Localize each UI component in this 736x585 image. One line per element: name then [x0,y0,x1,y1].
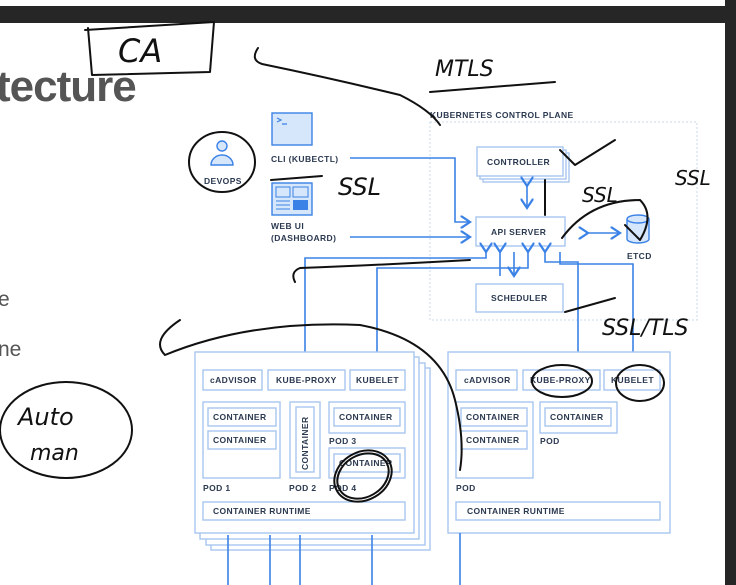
scheduler-label: SCHEDULER [491,293,548,303]
cadvisor-label: cADVISOR [210,375,257,385]
devops-user-icon [210,140,234,166]
kubernetes-architecture-diagram: DEVOPS CLI (KUBECTL) WEB UI (DASHBOARD) … [0,21,711,585]
api-kubelet-right-arrow [559,252,633,362]
annotation-ca: CA [118,32,162,70]
kube-proxy-label: KUBE-PROXY [276,375,337,385]
container-label: CONTAINER [466,412,520,422]
mtls-underline [429,81,556,93]
control-plane-label: KUBERNETES CONTROL PLANE [430,110,574,120]
etcd-label: ETCD [627,251,652,261]
api-scheduler-arrows [500,252,514,276]
annotation-man: man [30,441,79,466]
pod-3-label: POD 3 [329,436,357,446]
controller-label: CONTROLLER [487,157,550,167]
annotation-ssl: SSL [675,166,711,190]
cadvisor-label: cADVISOR [464,375,511,385]
kubelet-label: KUBELET [356,375,399,385]
container-label: CONTAINER [300,417,310,471]
container-runtime-label: CONTAINER RUNTIME [213,506,311,516]
container-label: CONTAINER [466,435,520,445]
container-label: CONTAINER [213,412,267,422]
pod-2-label: POD 2 [289,483,317,493]
container-runtime-label: CONTAINER RUNTIME [467,506,565,516]
annotation-ssl-tls: SSL/TLS [602,316,689,341]
annotation-mtls: MTLS [435,57,494,82]
web-ui-label: WEB UI [271,221,304,231]
scheduler-stroke [564,297,616,313]
dashboard-icon [271,182,313,216]
pod-label: POD [540,436,560,446]
container-label: CONTAINER [213,435,267,445]
cli-label: CLI (KUBECTL) [271,154,339,164]
annotation-auto: Auto [16,403,74,431]
annotation-ssl: SSL [338,173,381,201]
web-ui-label-2: (DASHBOARD) [271,233,336,243]
api-server-label: API SERVER [491,227,546,237]
pod-1-label: POD 1 [203,483,231,493]
api-curve-stroke [292,259,471,283]
devops-label: DEVOPS [204,176,242,186]
ssl-underline [270,175,323,181]
pod-4-label: POD 4 [329,483,357,493]
pod-label: POD [456,483,476,493]
container-label: CONTAINER [550,412,604,422]
terminal-icon [271,112,313,146]
kube-proxy-label: KUBE-PROXY [530,375,591,385]
container-label: CONTAINER [339,412,393,422]
